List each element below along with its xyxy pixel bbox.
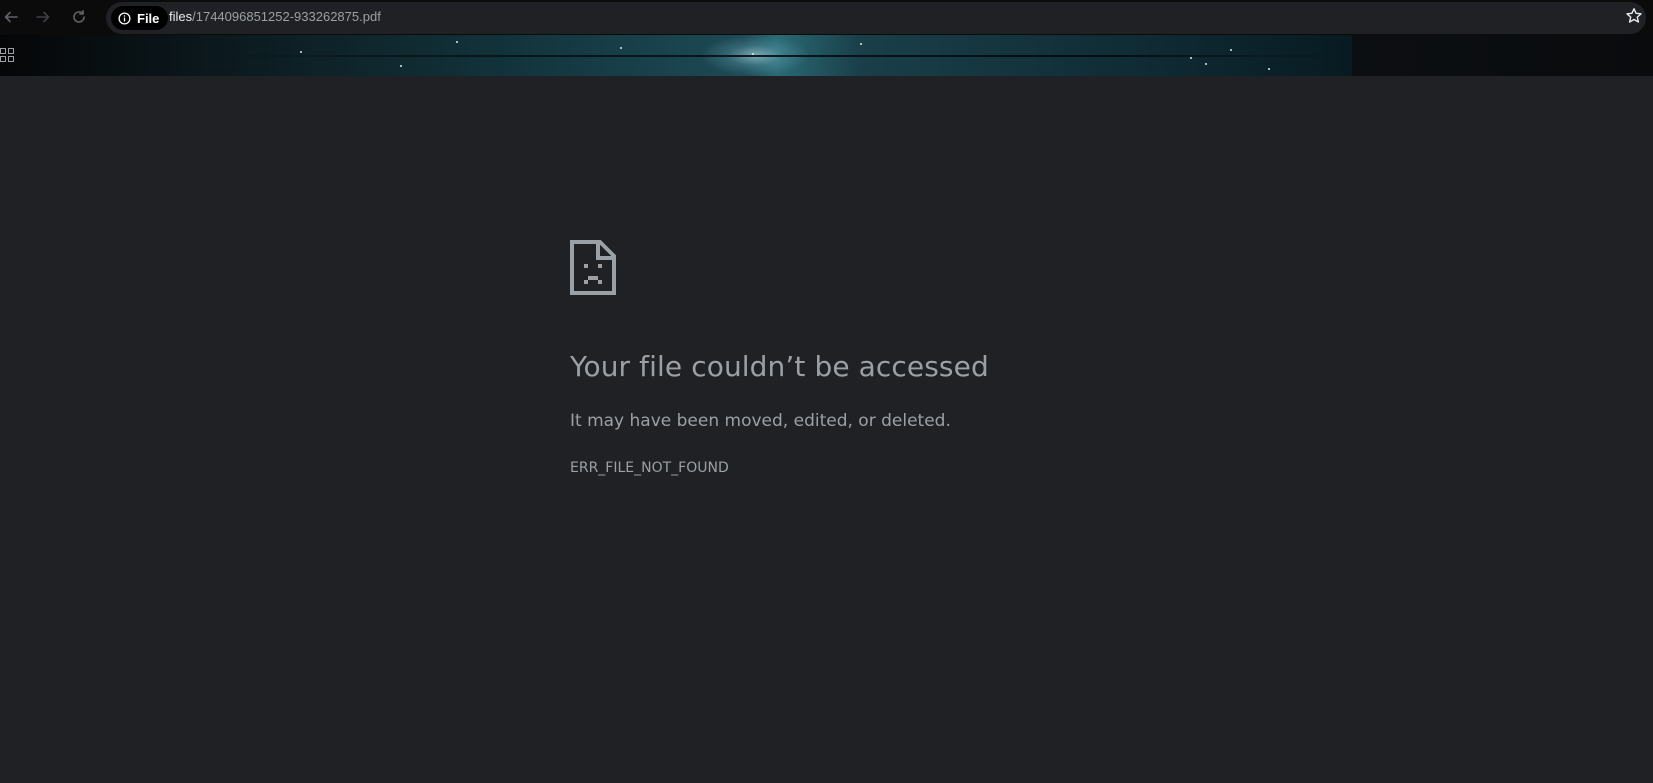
reload-button[interactable] bbox=[68, 6, 90, 28]
back-button[interactable] bbox=[0, 6, 22, 28]
info-icon bbox=[118, 11, 131, 25]
error-message: It may have been moved, edited, or delet… bbox=[570, 411, 951, 431]
error-title: Your file couldn’t be accessed bbox=[570, 350, 989, 383]
banner-star bbox=[1205, 63, 1207, 65]
banner-dark-area bbox=[1352, 35, 1653, 76]
sad-file-icon bbox=[570, 240, 616, 295]
apps-grid-icon bbox=[0, 48, 14, 62]
banner-star bbox=[1268, 68, 1270, 70]
browser-toolbar: File files/1744096851252-933262875.pdf bbox=[0, 0, 1653, 35]
banner-star bbox=[620, 47, 622, 49]
banner-star bbox=[300, 51, 302, 53]
banner-star bbox=[752, 53, 754, 55]
banner-star bbox=[1190, 57, 1192, 59]
banner-star bbox=[1230, 49, 1232, 51]
forward-button[interactable] bbox=[32, 6, 54, 28]
url-text[interactable]: files/1744096851252-933262875.pdf bbox=[169, 9, 381, 24]
star-outline-icon bbox=[1626, 8, 1642, 23]
url-host: files bbox=[169, 9, 193, 24]
site-info-chip-label: File bbox=[137, 10, 160, 26]
url-path: /1744096851252-933262875.pdf bbox=[192, 9, 381, 24]
bookmarks-bar bbox=[0, 35, 1653, 76]
arrow-left-icon bbox=[4, 11, 18, 23]
error-page: Your file couldn’t be accessed It may ha… bbox=[0, 76, 1653, 783]
arrow-right-icon bbox=[36, 11, 50, 23]
error-code: ERR_FILE_NOT_FOUND bbox=[570, 460, 729, 476]
site-info-chip[interactable]: File bbox=[111, 6, 169, 30]
banner-star bbox=[400, 65, 402, 67]
apps-button[interactable] bbox=[0, 47, 14, 62]
banner-star bbox=[860, 43, 862, 45]
address-bar[interactable]: File files/1744096851252-933262875.pdf bbox=[106, 2, 1646, 34]
reload-icon bbox=[73, 10, 85, 23]
bookmark-star-button[interactable] bbox=[1625, 7, 1643, 25]
banner-star bbox=[456, 41, 458, 43]
banner-streak bbox=[160, 55, 1350, 57]
